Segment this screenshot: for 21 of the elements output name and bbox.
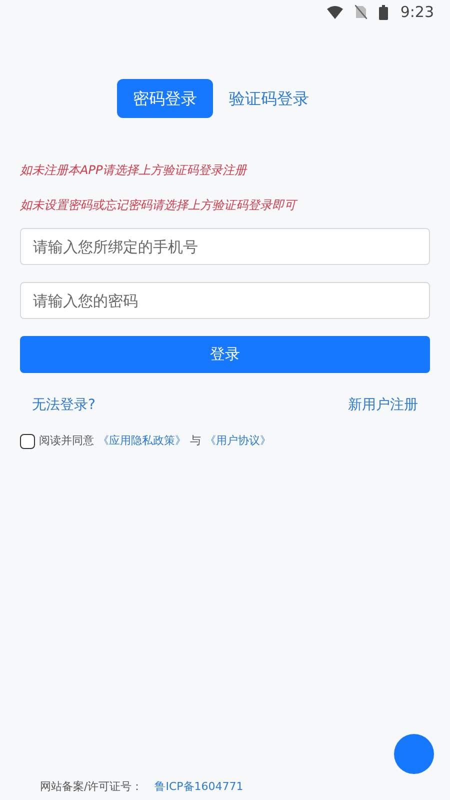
wifi-icon [327,6,344,18]
forgot-link[interactable]: 无法登录? [32,395,96,416]
register-link[interactable]: 新用户注册 [348,395,418,416]
agreement-text: 阅读并同意 [39,433,94,449]
footer-label: 网站备案/许可证号： [40,778,143,795]
notice-text: 如未设置密码或忘记密码请选择上方验证码登录即可 [20,197,299,214]
privacy-link[interactable]: 《应用隐私政策》 [98,433,186,450]
icp-link[interactable]: 鲁ICP备1604771 [154,778,244,796]
status-time: 9:23 [400,2,434,23]
input-field[interactable]: 请输入您所绑定的手机号 [20,228,430,265]
login-tab[interactable]: 验证码登录 [221,79,317,118]
floating-button[interactable] [394,734,434,774]
agreement-checkbox[interactable] [20,434,35,449]
input-field[interactable]: 请输入您的密码 [20,282,430,319]
terms-link[interactable]: 《用户协议》 [205,433,271,450]
no-sim-icon [355,5,368,19]
battery-icon [379,4,388,20]
login-tab[interactable]: 密码登录 [117,79,213,118]
conjunction-text: 与 [190,433,201,449]
notice-text: 如未注册本APP请选择上方验证码登录注册 [20,162,248,179]
login-button[interactable]: 登录 [20,336,430,373]
